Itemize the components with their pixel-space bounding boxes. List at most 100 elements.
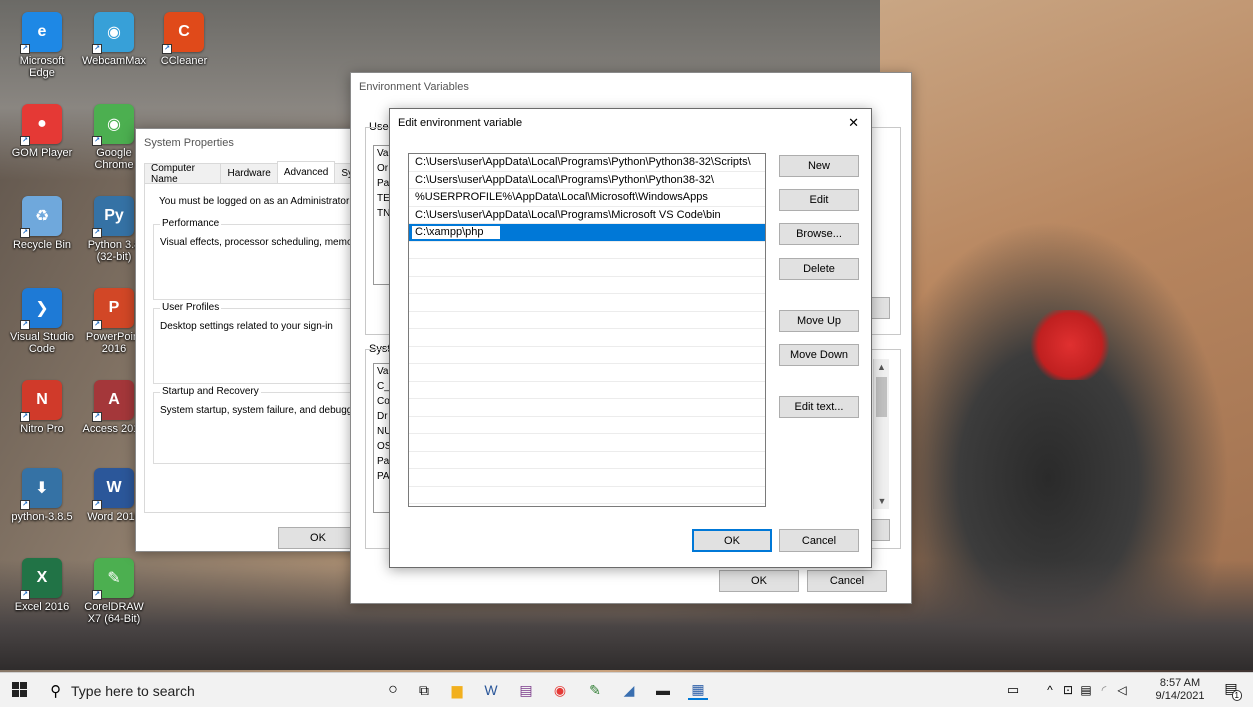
desktop-icon-label: CorelDRAW X7 (64-Bit) (84, 601, 144, 625)
ccleaner-icon: C ↗ (162, 12, 204, 54)
edit-dialog-ok-button[interactable]: OK (692, 529, 772, 552)
clock-time: 8:57 AM (1159, 677, 1201, 689)
advanced-panel: You must be logged on as an Administrato… (144, 183, 373, 513)
coreldraw-icon: ✎ ↗ (92, 558, 134, 600)
env-cancel-button[interactable]: Cancel (807, 570, 887, 592)
desktop-icon-label: Microsoft Edge (19, 55, 65, 79)
path-entry-row-empty[interactable] (409, 329, 765, 347)
path-entry-row[interactable]: C:\Users\user\AppData\Local\Programs\Pyt… (409, 154, 765, 172)
wifi-icon[interactable]: ◜ (1094, 680, 1114, 700)
desktop-icon-label: python-3.8.5 (11, 511, 73, 523)
notepad-icon[interactable]: ✎ (585, 680, 605, 700)
start-button[interactable] (12, 682, 28, 698)
path-entry-row-empty[interactable] (409, 364, 765, 382)
notification-icon[interactable]: ▤ 1 (1220, 680, 1242, 701)
close-icon[interactable]: ✕ (848, 115, 871, 131)
path-entry-row-empty[interactable] (409, 294, 765, 312)
task-view-icon[interactable]: ⧉ (414, 680, 434, 700)
user-profiles-title: User Profiles (160, 302, 222, 313)
path-entry-row[interactable]: C:\Users\user\AppData\Local\Programs\Mic… (409, 207, 765, 224)
edit-dialog-titlebar: Edit environment variable ✕ (390, 109, 871, 137)
system-properties-tabs: Computer Name Hardware Advanced Sys (144, 161, 365, 185)
desktop-icon-vscode[interactable]: ❯ ↗ Visual Studio Code (6, 288, 78, 355)
path-entry-row[interactable]: %USERPROFILE%\AppData\Local\Microsoft\Wi… (409, 189, 765, 207)
move-down-button[interactable]: Move Down (779, 344, 859, 366)
path-entry-row-selected[interactable]: C:\xampp\php (409, 224, 765, 242)
shortcut-arrow-icon: ↗ (92, 412, 102, 422)
desktop-icon-gom[interactable]: ● ↗ GOM Player (6, 104, 78, 159)
path-entry-row-empty[interactable] (409, 417, 765, 434)
performance-desc: Visual effects, processor scheduling, me… (160, 237, 356, 248)
search-placeholder: Type here to search (71, 682, 195, 699)
chrome-taskbar-icon[interactable]: ◉ (550, 680, 570, 700)
desktop-icon-coreldraw[interactable]: ✎ ↗ CorelDRAW X7 (64-Bit) (78, 558, 150, 625)
scroll-up-icon[interactable]: ▲ (874, 359, 889, 375)
system-properties-ok-button[interactable]: OK (278, 527, 358, 549)
search-box[interactable]: ⚲ Type here to search (46, 673, 356, 707)
file-explorer-icon[interactable]: ▆ (447, 680, 467, 700)
desktop-icon-webcam[interactable]: ◉ ↗ WebcamMax (78, 12, 150, 67)
tab-advanced[interactable]: Advanced (276, 161, 336, 183)
path-entry-row-empty[interactable] (409, 259, 765, 277)
path-entry-row-empty[interactable] (409, 452, 765, 469)
system-tool-icon[interactable]: ◢ (619, 680, 639, 700)
clock[interactable]: 8:57 AM 9/14/2021 (1150, 677, 1210, 703)
desktop-icon-label: CCleaner (160, 55, 208, 67)
path-entry-row-empty[interactable] (409, 399, 765, 417)
startup-desc: System startup, system failure, and debu… (160, 405, 358, 416)
gom-icon: ● ↗ (20, 104, 62, 146)
winrar-icon[interactable]: ▤ (516, 680, 536, 700)
desktop-icon-recycle-bin[interactable]: ♻ ↗ Recycle Bin (6, 196, 78, 251)
show-hidden-icons-icon[interactable]: ^ (1040, 680, 1060, 700)
path-entry-rows: C:\Users\user\AppData\Local\Programs\Pyt… (409, 154, 765, 504)
desktop-icon-nitro[interactable]: N ↗ Nitro Pro (6, 380, 78, 435)
notification-count: 1 (1231, 690, 1242, 701)
cortana-icon[interactable]: ○ (383, 680, 403, 700)
path-entry-edit-input[interactable]: C:\xampp\php (411, 224, 501, 240)
path-entry-row-empty[interactable] (409, 487, 765, 504)
env-ok-button[interactable]: OK (719, 570, 799, 592)
browse-button[interactable]: Browse... (779, 223, 859, 245)
edit-button[interactable]: Edit (779, 189, 859, 211)
system-properties-taskbar-icon[interactable]: ▦ (688, 680, 708, 700)
access-icon: A ↗ (92, 380, 134, 422)
path-entry-row-empty[interactable] (409, 382, 765, 399)
word-icon: W ↗ (92, 468, 134, 510)
admin-note: You must be logged on as an Administrato… (159, 196, 361, 207)
volume-icon[interactable]: ◁ (1112, 680, 1132, 700)
desktop-icon-edge[interactable]: e ↗ Microsoft Edge (6, 12, 78, 79)
scrollbar-thumb[interactable] (876, 377, 887, 417)
system-properties-title: System Properties (144, 137, 234, 149)
scroll-down-icon[interactable]: ▼ (874, 493, 890, 509)
clock-date: 9/14/2021 (1155, 690, 1205, 702)
python-installer-icon: ⬇ ↗ (20, 468, 62, 510)
desktop-icon-excel[interactable]: X ↗ Excel 2016 (6, 558, 78, 613)
path-entry-row-empty[interactable] (409, 469, 765, 487)
path-entry-row[interactable]: C:\Users\user\AppData\Local\Programs\Pyt… (409, 172, 765, 189)
windows-logo-icon (12, 682, 28, 697)
path-entry-row-empty[interactable] (409, 434, 765, 452)
startup-title: Startup and Recovery (160, 386, 261, 397)
path-entry-row-empty[interactable] (409, 347, 765, 364)
desktop-icon-label: Python 3.8 (32-bit) (87, 239, 141, 263)
move-up-button[interactable]: Move Up (779, 310, 859, 332)
word-taskbar-icon[interactable]: W (481, 680, 501, 700)
new-button[interactable]: New (779, 155, 859, 177)
edit-dialog-cancel-button[interactable]: Cancel (779, 529, 859, 552)
path-entry-row-empty[interactable] (409, 277, 765, 294)
path-entry-row-empty[interactable] (409, 312, 765, 329)
path-entry-row-empty[interactable] (409, 242, 765, 259)
path-entries-list[interactable]: C:\Users\user\AppData\Local\Programs\Pyt… (408, 153, 766, 507)
desktop-icon-python-installer[interactable]: ⬇ ↗ python-3.8.5 (6, 468, 78, 523)
tablet-mode-icon[interactable]: ▭ (1003, 680, 1023, 700)
network-icon[interactable]: ▤ (1076, 680, 1096, 700)
tab-hardware[interactable]: Hardware (220, 163, 278, 183)
delete-button[interactable]: Delete (779, 258, 859, 280)
command-prompt-icon[interactable]: ▬ (653, 680, 673, 700)
tab-computer-name[interactable]: Computer Name (144, 163, 222, 185)
desktop-icon-label: Google Chrome (94, 147, 134, 171)
desktop-icon-ccleaner[interactable]: C ↗ CCleaner (148, 12, 220, 67)
environment-variables-title: Environment Variables (359, 81, 469, 93)
edit-text-button[interactable]: Edit text... (779, 396, 859, 418)
system-variables-scrollbar[interactable]: ▲ ▼ (873, 359, 889, 509)
